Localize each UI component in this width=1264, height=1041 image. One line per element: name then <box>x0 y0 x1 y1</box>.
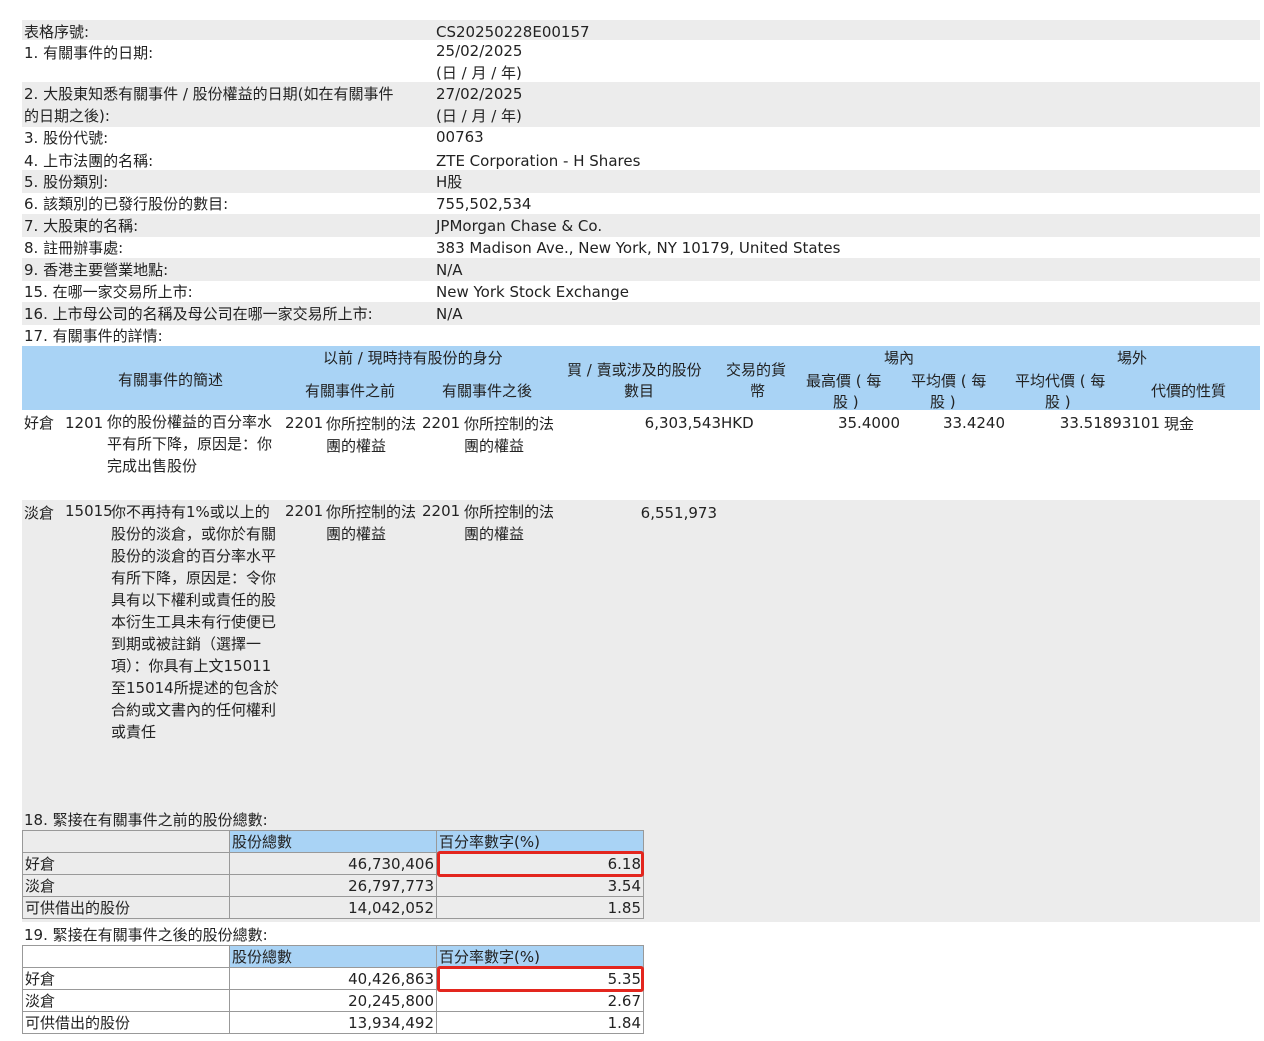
section-19-title: 19. 緊接在有關事件之後的股份總數: <box>24 926 268 944</box>
event-row-code: 15015 <box>65 502 113 520</box>
header-capacity-after: 有關事件之後 <box>442 382 533 400</box>
share-class-label: 5. 股份類別: <box>24 173 109 191</box>
header-shares: 買 / 賣或涉及的股份 <box>567 361 702 379</box>
header-currency-2: 幣 <box>750 382 766 400</box>
event-row-after-code: 2201 <box>422 414 461 432</box>
table-corner <box>22 830 230 853</box>
col-header-shares: 股份總數 <box>229 945 437 968</box>
header-off-avg: 平均代價 ( 每 <box>1015 372 1106 390</box>
row-shares: 26,797,773 <box>229 874 437 897</box>
aware-date-label-cont: 的日期之後): <box>24 107 110 125</box>
form-number-value: CS20250228E00157 <box>436 23 590 41</box>
row-label: 好倉 <box>22 852 230 875</box>
form-number-label: 表格序號: <box>24 23 90 41</box>
row-band <box>22 258 1260 281</box>
hk-business-value: N/A <box>436 261 463 279</box>
row-label: 淡倉 <box>22 989 230 1012</box>
row-shares: 13,934,492 <box>229 1011 437 1034</box>
header-description: 有關事件的簡述 <box>118 371 224 389</box>
issued-shares-value: 755,502,534 <box>436 195 532 213</box>
hk-business-label: 9. 香港主要營業地點: <box>24 261 169 279</box>
aware-date-value: 27/02/2025 <box>436 85 523 103</box>
event-row-position: 好倉 <box>24 414 55 432</box>
company-name-value: ZTE Corporation - H Shares <box>436 152 641 170</box>
exchange-value: New York Stock Exchange <box>436 283 630 301</box>
row-band <box>22 20 1260 40</box>
header-off-exchange: 場外 <box>1117 349 1148 367</box>
exchange-label: 15. 在哪一家交易所上市: <box>24 283 193 301</box>
header-currency: 交易的貨 <box>726 361 787 379</box>
event-row-avg: 33.4240 <box>942 414 1005 432</box>
event-row-position: 淡倉 <box>24 504 55 522</box>
header-high-price: 最高價 ( 每 <box>806 372 882 390</box>
event-row-after-code: 2201 <box>422 502 461 520</box>
parent-exchange-value: N/A <box>436 305 463 323</box>
stock-code-value: 00763 <box>436 128 484 146</box>
parent-exchange-label: 16. 上市母公司的名稱及母公司在哪一家交易所上市: <box>24 305 373 323</box>
table-corner <box>22 945 230 968</box>
aware-date-format: (日 / 月 / 年) <box>436 107 522 125</box>
event-row-before-text: 你所控制的法團的權益 <box>326 415 417 455</box>
event-row-after-text: 你所控制的法團的權益 <box>464 415 555 455</box>
event-row-shares: 6,303,543 <box>644 414 721 432</box>
row-pct: 1.85 <box>436 896 644 919</box>
event-date-label: 1. 有關事件的日期: <box>24 44 154 62</box>
event-row-before-code: 2201 <box>285 414 324 432</box>
row-pct: 2.67 <box>436 989 644 1012</box>
header-capacity-group: 以前 / 現時持有股份的身分 <box>323 349 503 367</box>
event-row-description: 你的股份權益的百分率水平有所下降，原因是：你完成出售股份 <box>107 413 273 475</box>
header-avg-price-2: 股 ) <box>930 393 956 411</box>
aware-date-label: 2. 大股東知悉有關事件 / 股份權益的日期(如在有關事件 <box>24 85 394 103</box>
row-label: 可供借出的股份 <box>22 1011 230 1034</box>
issued-shares-label: 6. 該類別的已發行股份的數目: <box>24 195 229 213</box>
col-header-pct: 百分率數字(%) <box>436 830 644 853</box>
company-name-label: 4. 上市法團的名稱: <box>24 152 154 170</box>
event-row-nature: 現金 <box>1164 415 1195 433</box>
event-date-value: 25/02/2025 <box>436 42 523 60</box>
section-18-title: 18. 緊接在有關事件之前的股份總數: <box>24 811 268 829</box>
share-class-value: H股 <box>436 173 463 191</box>
row-label: 可供借出的股份 <box>22 896 230 919</box>
header-high-price-2: 股 ) <box>833 393 859 411</box>
header-capacity-before: 有關事件之前 <box>305 382 396 400</box>
row-band <box>22 214 1260 237</box>
row-pct: 3.54 <box>436 874 644 897</box>
row-shares: 46,730,406 <box>229 852 437 875</box>
shareholder-name-value: JPMorgan Chase & Co. <box>436 217 603 235</box>
highlight-box <box>437 966 644 992</box>
highlight-box <box>437 851 644 877</box>
event-row-before-code: 2201 <box>285 502 324 520</box>
event-row-high: 35.4000 <box>837 414 900 432</box>
row-band <box>22 170 1260 193</box>
shareholder-name-label: 7. 大股東的名稱: <box>24 217 139 235</box>
event-row-code: 1201 <box>65 414 104 432</box>
event-row-before-text: 你所控制的法團的權益 <box>326 503 417 543</box>
event-row-description: 你不再持有1%或以上的股份的淡倉，或你於有關股份的淡倉的百分率水平有所下降，原因… <box>111 503 279 741</box>
row-shares: 20,245,800 <box>229 989 437 1012</box>
header-off-avg-2: 股 ) <box>1045 393 1071 411</box>
event-row-shares: 6,551,973 <box>640 504 717 522</box>
row-label: 淡倉 <box>22 874 230 897</box>
col-header-pct: 百分率數字(%) <box>436 945 644 968</box>
row-pct: 1.84 <box>436 1011 644 1034</box>
registered-office-label: 8. 註冊辦事處: <box>24 239 124 257</box>
row-shares: 40,426,863 <box>229 967 437 990</box>
event-details-label: 17. 有關事件的詳情: <box>24 327 163 345</box>
registered-office-value: 383 Madison Ave., New York, NY 10179, Un… <box>436 239 841 257</box>
header-avg-price: 平均價 ( 每 <box>911 372 987 390</box>
header-shares-2: 數目 <box>624 382 655 400</box>
row-label: 好倉 <box>22 967 230 990</box>
header-on-exchange: 場內 <box>884 349 915 367</box>
event-row-after-text: 你所控制的法團的權益 <box>464 503 555 543</box>
event-row-off-avg: 33.51893101 <box>1059 414 1160 432</box>
header-consideration: 代價的性質 <box>1151 382 1227 400</box>
event-row-currency: HKD <box>721 414 754 432</box>
row-shares: 14,042,052 <box>229 896 437 919</box>
stock-code-label: 3. 股份代號: <box>24 129 109 147</box>
col-header-shares: 股份總數 <box>229 830 437 853</box>
event-date-format: (日 / 月 / 年) <box>436 64 522 82</box>
